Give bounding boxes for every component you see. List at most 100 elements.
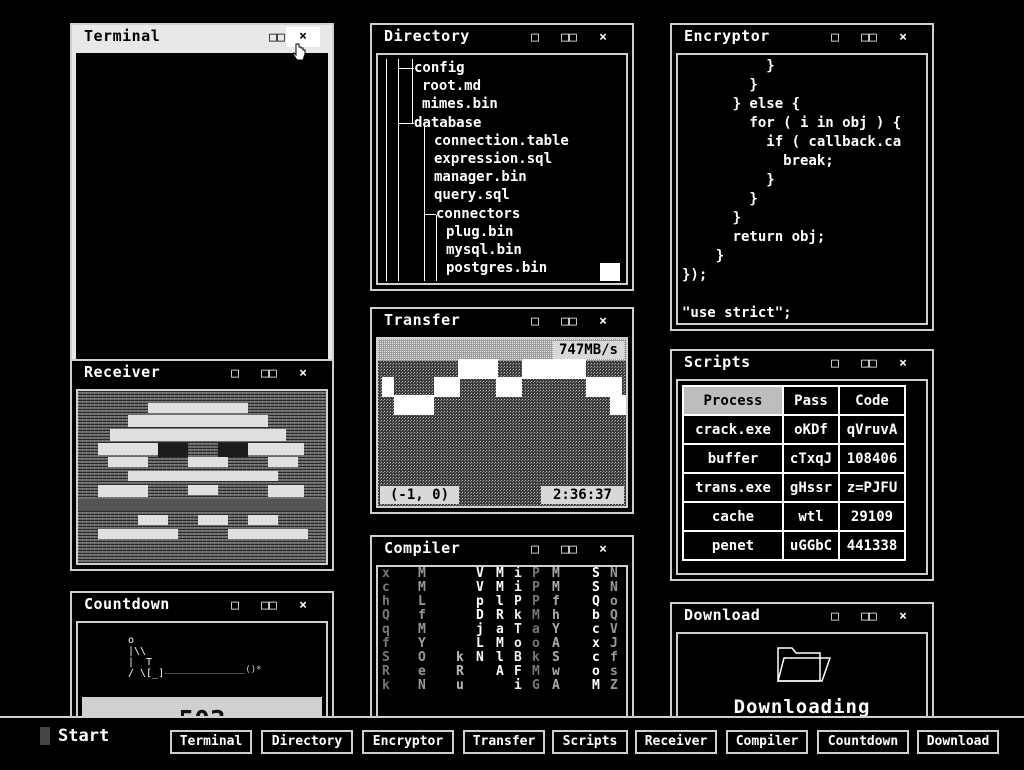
receiver-maximize-button[interactable]: □□ [260,366,278,381]
directory-tree-pane[interactable]: config root.md mimes.bin database connec… [376,53,628,285]
column-header-process: Process [684,387,782,414]
scripts-titlebar[interactable]: Scripts □ □□ × [672,351,932,377]
code-cell: 108406 [840,445,904,472]
table-row[interactable]: cache wtl 29109 [684,503,904,530]
countdown-window[interactable]: Countdown □ □□ × o |\\ | T / \[_] ______… [70,591,334,731]
compiler-titlebar[interactable]: Compiler □ □□ × [372,537,632,563]
taskbar-button-countdown[interactable]: Countdown [816,729,910,755]
directory-minimize-button[interactable]: □ [526,30,544,45]
pass-cell: uGGbC [784,532,838,559]
encryptor-window[interactable]: Encryptor □ □□ × } } } else { for ( i in… [670,23,934,331]
encryptor-maximize-button[interactable]: □□ [860,30,878,45]
download-minimize-button[interactable]: □ [826,609,844,624]
scripts-minimize-button[interactable]: □ [826,356,844,371]
terminal-window[interactable]: Terminal □□ × [70,23,334,365]
download-title: Download [684,606,761,624]
download-titlebar[interactable]: Download □ □□ × [672,604,932,630]
tree-item-manager-bin[interactable]: manager.bin [378,168,569,186]
tree-item-postgres-bin[interactable]: postgres.bin [378,259,569,277]
countdown-close-button[interactable]: × [294,598,312,613]
receiver-screen [76,389,328,565]
transfer-window[interactable]: Transfer □ □□ × 747MB/s (-1, 0) 2:36:37 [370,307,634,514]
terminal-maximize-button[interactable]: □□ [268,30,286,45]
start-label: Start [58,726,110,746]
transfer-graph: 747MB/s (-1, 0) 2:36:37 [376,337,628,508]
transfer-coords: (-1, 0) [380,486,460,504]
table-row[interactable]: buffer cTxqJ 108406 [684,445,904,472]
tree-item-mimes-bin[interactable]: mimes.bin [378,95,569,113]
code-cell: 29109 [840,503,904,530]
countdown-titlebar[interactable]: Countdown □ □□ × [72,593,332,619]
taskbar-button-scripts[interactable]: Scripts [551,729,629,755]
taskbar-button-receiver[interactable]: Receiver [634,729,718,755]
download-close-button[interactable]: × [894,609,912,624]
receiver-title: Receiver [84,363,161,381]
code-line: } else { [682,96,801,112]
receiver-close-button[interactable]: × [294,366,312,381]
compiler-minimize-button[interactable]: □ [526,542,544,557]
directory-close-button[interactable]: × [594,30,612,45]
directory-window[interactable]: Directory □ □□ × config root.md mimes.bi… [370,23,634,291]
download-maximize-button[interactable]: □□ [860,609,878,624]
compiler-column: k R u [456,650,464,693]
taskbar-button-download[interactable]: Download [916,729,1000,755]
tree-item-expression-sql[interactable]: expression.sql [378,150,569,168]
tree-item-root-md[interactable]: root.md [378,77,569,95]
compiler-column: i i P k T o B F i [514,566,522,693]
scripts-close-button[interactable]: × [894,356,912,371]
directory-maximize-button[interactable]: □□ [560,30,578,45]
pass-cell: wtl [784,503,838,530]
scripts-table-pane: Process Pass Code crack.exe oKDf qVruvA … [676,379,928,575]
transfer-time: 2:36:37 [540,486,624,504]
taskbar-button-directory[interactable]: Directory [260,729,354,755]
download-status: Downloading [733,696,871,718]
compiler-window[interactable]: Compiler □ □□ × x c h Q q f S R k M M L … [370,535,634,735]
compiler-column: M M f h Y A S w A [552,566,560,693]
taskbar: Start Terminal Directory Encryptor Trans… [0,716,1024,770]
table-row[interactable]: crack.exe oKDf qVruvA [684,416,904,443]
taskbar-button-terminal[interactable]: Terminal [169,729,253,755]
encryptor-titlebar[interactable]: Encryptor □ □□ × [672,25,932,51]
taskbar-button-encryptor[interactable]: Encryptor [361,729,455,755]
terminal-output[interactable] [76,53,328,359]
receiver-titlebar[interactable]: Receiver □ □□ × [72,361,332,387]
tree-item-plug-bin[interactable]: plug.bin [378,223,569,241]
transfer-titlebar[interactable]: Transfer □ □□ × [372,309,632,335]
code-line: } [682,248,725,264]
tree-item-connection-table[interactable]: connection.table [378,132,569,150]
transfer-close-button[interactable]: × [594,314,612,329]
compiler-column: P P P M a o k M G [532,566,540,693]
receiver-window[interactable]: Receiver □ □□ × [70,359,334,571]
taskbar-button-compiler[interactable]: Compiler [725,729,809,755]
tree-item-connectors[interactable]: connectors [378,205,569,223]
encryptor-minimize-button[interactable]: □ [826,30,844,45]
table-row[interactable]: trans.exe gHssr z=PJFU [684,474,904,501]
encryptor-code-pane[interactable]: } } } else { for ( i in obj ) { if ( cal… [676,53,928,325]
scripts-window[interactable]: Scripts □ □□ × Process Pass Code crack.e… [670,349,934,581]
compiler-close-button[interactable]: × [594,542,612,557]
column-header-pass: Pass [784,387,838,414]
compiler-maximize-button[interactable]: □□ [560,542,578,557]
download-pane: Downloading [676,632,928,726]
compiler-column: N N o Q V J f s Z [610,566,618,693]
transfer-maximize-button[interactable]: □□ [560,314,578,329]
skull-image [78,391,326,563]
countdown-minimize-button[interactable]: □ [226,598,244,613]
countdown-figure: o |\\ | T / \[_] [128,635,165,679]
scripts-maximize-button[interactable]: □□ [860,356,878,371]
code-line: } [682,210,742,226]
tree-item-query-sql[interactable]: query.sql [378,186,569,204]
encryptor-close-button[interactable]: × [894,30,912,45]
download-window[interactable]: Download □ □□ × Downloading [670,602,934,732]
table-row[interactable]: penet uGGbC 441338 [684,532,904,559]
tree-item-mysql-bin[interactable]: mysql.bin [378,241,569,259]
transfer-minimize-button[interactable]: □ [526,314,544,329]
taskbar-button-transfer[interactable]: Transfer [462,729,546,755]
directory-titlebar[interactable]: Directory □ □□ × [372,25,632,51]
countdown-maximize-button[interactable]: □□ [260,598,278,613]
start-button[interactable]: Start [40,726,109,746]
code-cell: 441338 [840,532,904,559]
receiver-minimize-button[interactable]: □ [226,366,244,381]
code-line: for ( i in obj ) { [682,115,902,131]
